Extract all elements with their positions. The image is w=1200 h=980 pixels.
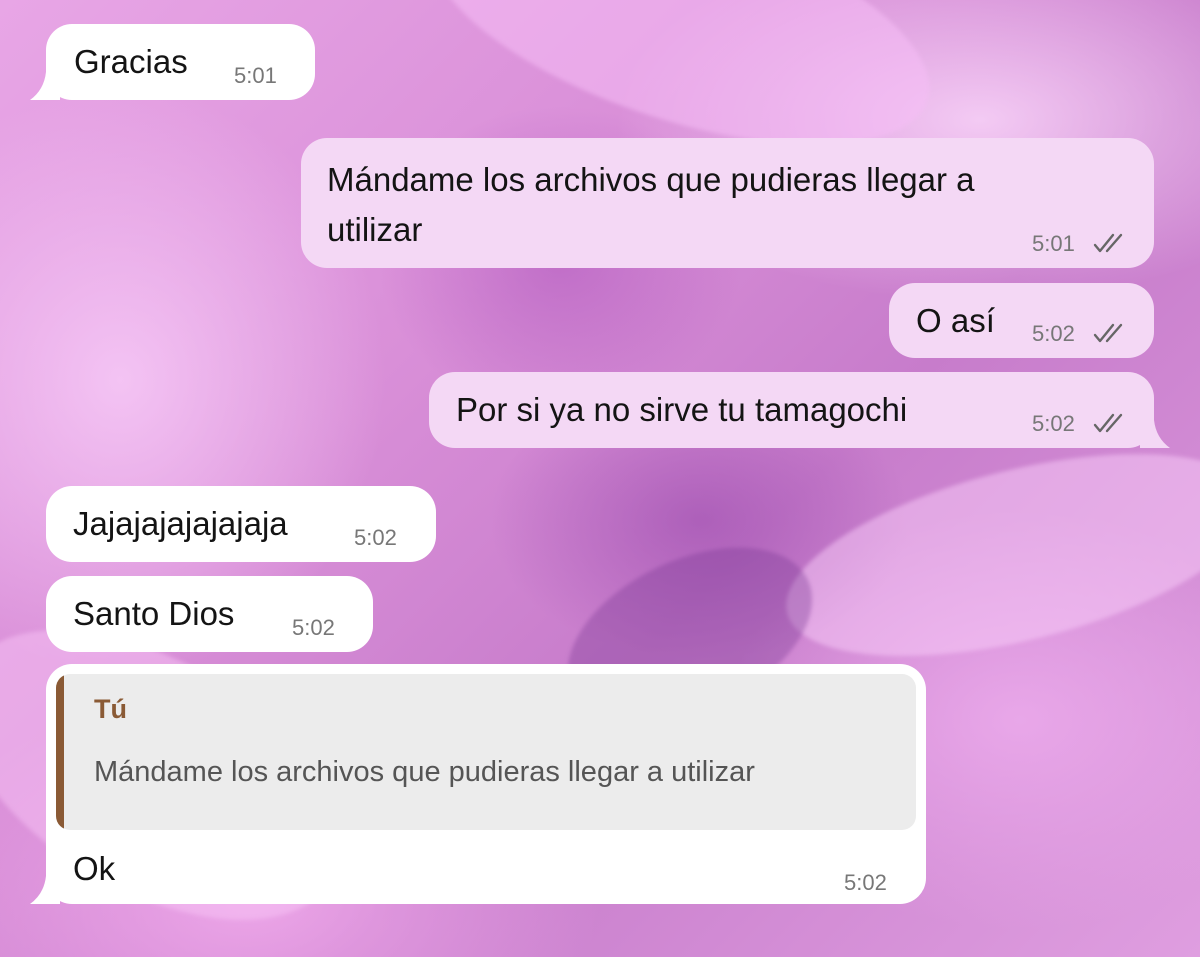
message-timestamp: 5:01 <box>234 63 277 88</box>
message-timestamp: 5:02 <box>1032 411 1075 436</box>
quote-accent-bar <box>56 674 64 830</box>
message-bubble-incoming[interactable]: Gracias 5:01 <box>46 24 315 100</box>
message-timestamp: 5:02 <box>354 525 397 550</box>
message-text: Santo Dios <box>73 595 235 632</box>
quote-author: Tú <box>94 694 127 724</box>
message-bubble-incoming[interactable]: Santo Dios 5:02 <box>46 576 373 652</box>
quote-text: Mándame los archivos que pudieras llegar… <box>94 756 755 788</box>
message-timestamp: 5:02 <box>1032 321 1075 346</box>
message-timestamp: 5:02 <box>292 615 335 640</box>
message-text: Jajajajajajajaja <box>73 505 288 542</box>
message-text: Ok <box>73 850 116 887</box>
message-bubble-outgoing[interactable]: Por si ya no sirve tu tamagochi 5:02 <box>429 372 1154 448</box>
message-timestamp: 5:01 <box>1032 231 1075 256</box>
message-timestamp: 5:02 <box>844 870 887 895</box>
message-text-line: utilizar <box>327 211 423 248</box>
message-text: Por si ya no sirve tu tamagochi <box>456 391 908 428</box>
message-text: O así <box>916 302 995 339</box>
message-text: Gracias <box>74 43 188 80</box>
message-bubble-incoming-reply[interactable]: Tú Mándame los archivos que pudieras lle… <box>46 664 926 904</box>
message-bubble-outgoing[interactable]: O así 5:02 <box>889 283 1154 358</box>
message-text-line: Mándame los archivos que pudieras llegar… <box>327 161 975 198</box>
message-bubble-outgoing[interactable]: Mándame los archivos que pudieras llegar… <box>301 138 1154 268</box>
message-bubble-incoming[interactable]: Jajajajajajajaja 5:02 <box>46 486 436 562</box>
read-double-check-icon <box>1093 413 1123 433</box>
quoted-message[interactable]: Tú Mándame los archivos que pudieras lle… <box>56 674 916 830</box>
read-double-check-icon <box>1093 323 1123 343</box>
read-double-check-icon <box>1093 233 1123 253</box>
